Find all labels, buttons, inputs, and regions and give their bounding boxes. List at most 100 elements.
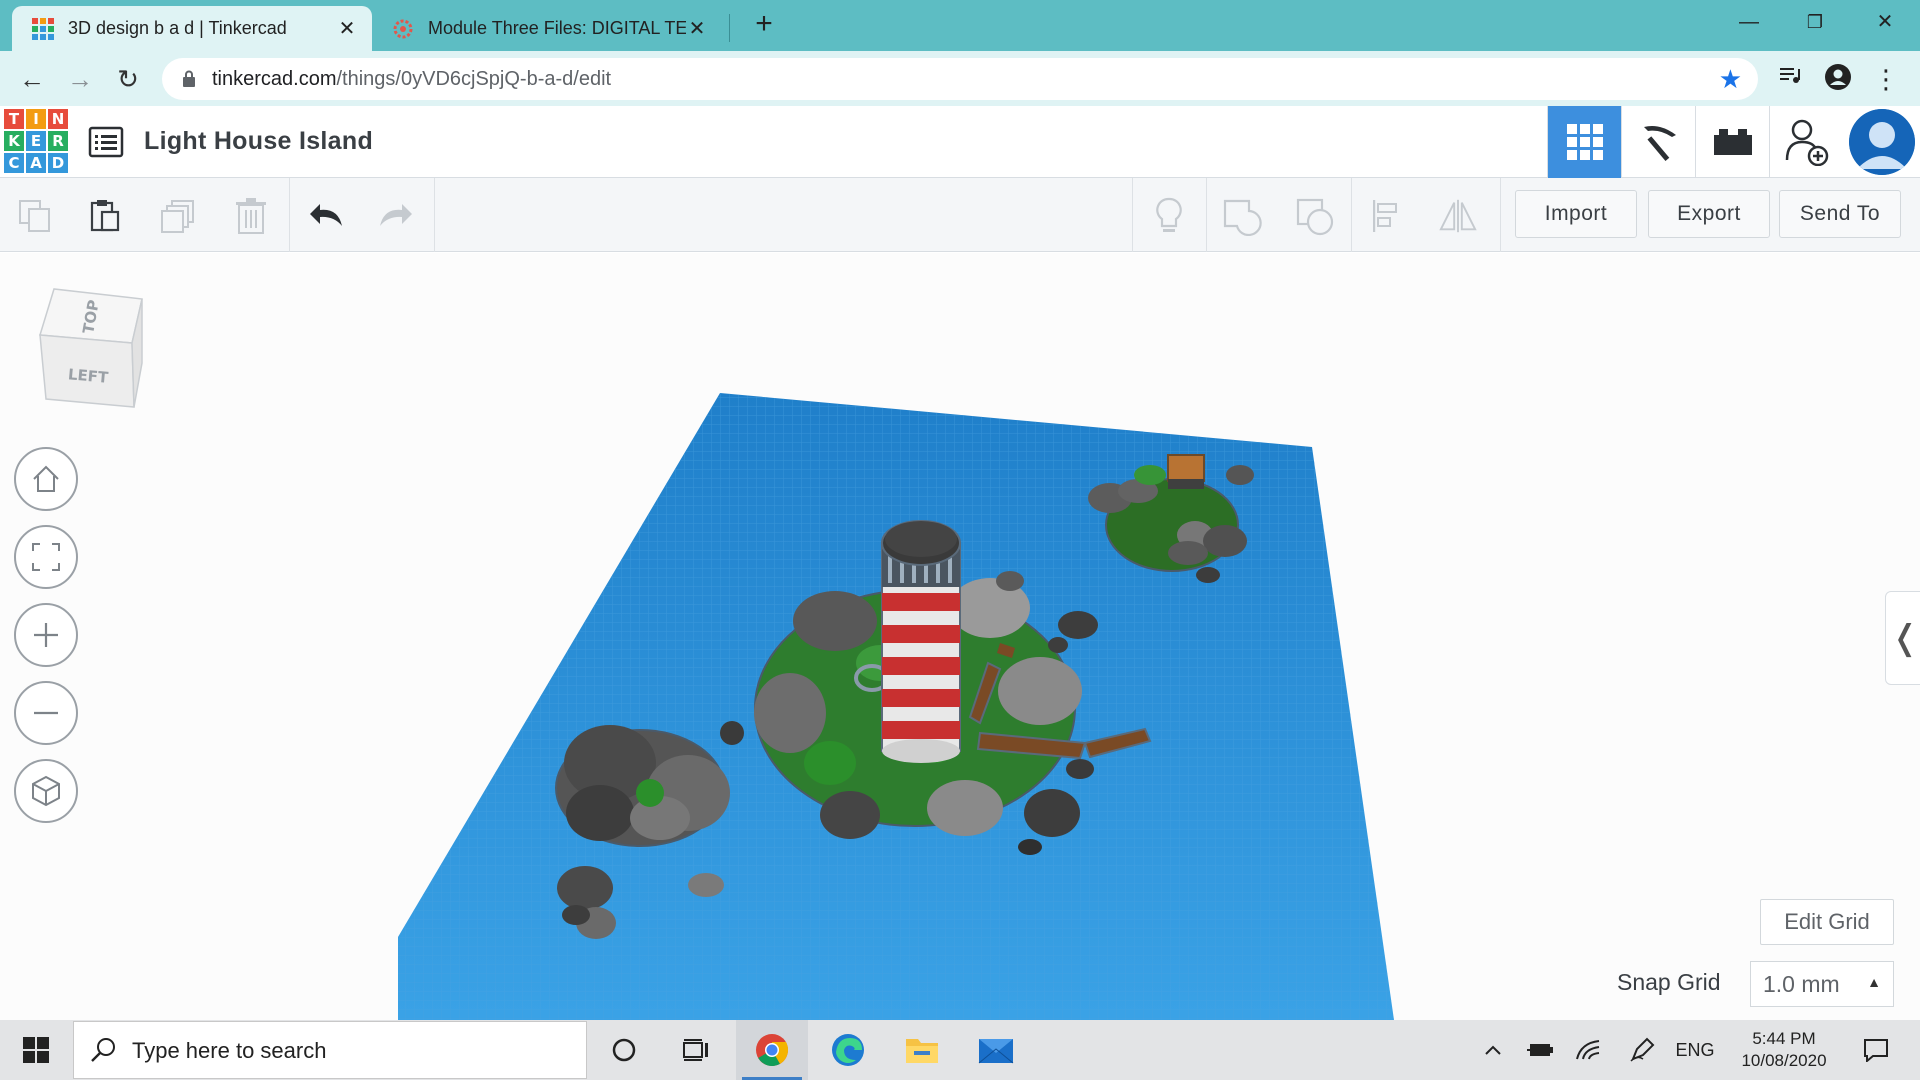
workplane-stage[interactable]: TOP LEFT ❬ Edit Grid Snap Grid 1.0 mm ▲ [0, 253, 1920, 1020]
tab-module-three[interactable]: Module Three Files: DIGITAL TECH ✕ [372, 6, 722, 51]
send-to-button[interactable]: Send To [1779, 190, 1901, 238]
group-shapes-icon [1223, 199, 1262, 236]
user-avatar[interactable] [1849, 109, 1915, 175]
paste-button[interactable] [85, 196, 125, 236]
edit-toolbar: Import Export Send To [0, 178, 1920, 252]
design-list-icon[interactable] [88, 126, 124, 158]
snap-grid-select[interactable]: 1.0 mm ▲ [1750, 961, 1894, 1007]
show-hidden-icons-button[interactable] [1478, 1020, 1508, 1080]
url-text: tinkercad.com/things/0yVD6cjSpjQ-b-a-d/e… [212, 68, 611, 91]
caret-up-icon: ▲ [1867, 974, 1881, 990]
workplane-scene[interactable] [0, 253, 1920, 1020]
collapse-panel-button[interactable]: ❬ [1885, 591, 1920, 685]
clock-date: 10/08/2020 [1741, 1051, 1827, 1070]
edit-grid-button[interactable]: Edit Grid [1760, 899, 1894, 945]
battery-icon[interactable] [1524, 1020, 1556, 1080]
new-tab-button[interactable]: + [748, 8, 780, 40]
wifi-icon[interactable] [1572, 1020, 1604, 1080]
export-button[interactable]: Export [1648, 190, 1770, 238]
language-indicator[interactable]: ENG [1670, 1020, 1720, 1080]
avatar-icon [1849, 109, 1915, 175]
cortana-button[interactable] [588, 1020, 660, 1080]
menu-kebab-icon[interactable]: ⋮ [1870, 63, 1902, 95]
snap-grid-label: Snap Grid [1617, 969, 1721, 995]
tab-title: Module Three Files: DIGITAL TECH [428, 18, 686, 38]
url-host: tinkercad.com [212, 68, 337, 90]
windows-logo-icon [23, 1037, 49, 1063]
bookmark-star-icon[interactable]: ★ [1719, 64, 1742, 95]
tinkercad-logo[interactable]: T I N K E R C A D [4, 109, 68, 173]
snap-grid-value: 1.0 mm [1763, 970, 1840, 997]
group-button[interactable] [1222, 196, 1262, 236]
logo-letter: N [48, 109, 68, 129]
invite-user-button[interactable] [1769, 106, 1843, 178]
align-button[interactable] [1368, 196, 1408, 236]
logo-letter: I [26, 109, 46, 129]
toolbar-divider [434, 178, 435, 252]
logo-letter: T [4, 109, 24, 129]
address-bar[interactable]: tinkercad.com/things/0yVD6cjSpjQ-b-a-d/e… [162, 58, 1758, 100]
trash-icon [236, 198, 266, 234]
back-arrow-icon[interactable]: ← [16, 63, 48, 95]
copy-button[interactable] [15, 196, 55, 236]
lock-icon [183, 70, 195, 87]
lightbulb-icon [1156, 197, 1182, 232]
toolbar-divider [1351, 178, 1352, 252]
tab-title: 3D design b a d | Tinkercad [68, 18, 287, 38]
minimize-button[interactable]: — [1712, 6, 1786, 38]
duplicate-button[interactable] [158, 196, 198, 236]
start-button[interactable] [0, 1020, 72, 1080]
logo-letter: D [48, 153, 68, 173]
search-icon [91, 1038, 115, 1062]
3d-view-button[interactable] [1547, 106, 1621, 178]
profile-icon[interactable] [1822, 63, 1854, 95]
bricks-button[interactable] [1695, 106, 1769, 178]
restore-button[interactable]: ❐ [1778, 6, 1852, 38]
task-view-icon [683, 1039, 708, 1061]
edge-taskbar-button[interactable] [812, 1020, 884, 1080]
canvas-favicon-icon [393, 19, 413, 38]
tinkercad-header: T I N K E R C A D Light House Island [0, 106, 1920, 178]
add-user-icon [1785, 119, 1828, 166]
blocks-button[interactable] [1621, 106, 1695, 178]
cortana-icon [612, 1038, 636, 1062]
forward-arrow-icon[interactable]: → [64, 63, 96, 95]
mirror-button[interactable] [1438, 196, 1478, 236]
window-close-button[interactable]: ✕ [1848, 6, 1920, 38]
redo-icon [380, 204, 412, 226]
logo-letter: R [48, 131, 68, 151]
logo-letter: A [26, 153, 46, 173]
delete-button[interactable] [231, 196, 271, 236]
notification-icon [1864, 1039, 1888, 1062]
close-icon[interactable]: ✕ [336, 16, 358, 41]
close-icon[interactable]: ✕ [686, 16, 708, 41]
edge-icon [832, 1034, 864, 1066]
toolbar-divider [1500, 178, 1501, 252]
mail-taskbar-button[interactable] [960, 1020, 1032, 1080]
chevron-up-icon [1485, 1045, 1501, 1055]
windows-taskbar: Type here to search ENG 5:44 PM 10/08/20… [0, 1020, 1920, 1080]
action-center-button[interactable] [1852, 1020, 1900, 1080]
tab-tinkercad[interactable]: 3D design b a d | Tinkercad ✕ [12, 6, 372, 51]
project-title[interactable]: Light House Island [144, 127, 373, 156]
file-explorer-taskbar-button[interactable] [886, 1020, 958, 1080]
taskbar-search[interactable]: Type here to search [73, 1021, 587, 1079]
browser-tab-strip: 3D design b a d | Tinkercad ✕ Module Thr… [0, 0, 1920, 51]
folder-icon [906, 1039, 938, 1063]
ungroup-button[interactable] [1295, 196, 1335, 236]
toolbar-divider [289, 178, 290, 252]
ungroup-shapes-icon [1296, 198, 1334, 236]
notes-button[interactable] [1149, 196, 1189, 236]
redo-button[interactable] [376, 196, 416, 236]
reload-icon[interactable]: ↻ [112, 63, 144, 95]
system-clock[interactable]: 5:44 PM 10/08/2020 [1720, 1028, 1848, 1072]
undo-icon [310, 204, 342, 226]
task-view-button[interactable] [660, 1020, 732, 1080]
import-button[interactable]: Import [1515, 190, 1637, 238]
chrome-taskbar-button[interactable] [736, 1020, 808, 1080]
undo-button[interactable] [306, 196, 346, 236]
align-icon [1373, 200, 1397, 232]
media-queue-icon[interactable] [1774, 63, 1806, 95]
pen-icon[interactable] [1626, 1020, 1658, 1080]
search-placeholder: Type here to search [132, 1038, 327, 1063]
